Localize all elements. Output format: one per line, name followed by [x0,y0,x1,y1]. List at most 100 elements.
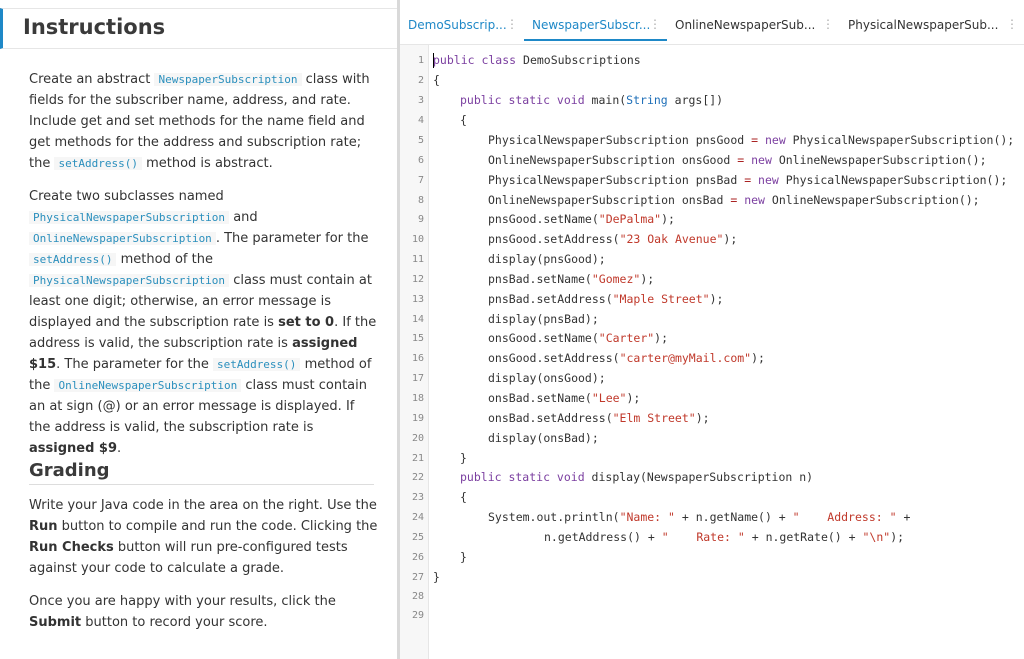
code-token: PhysicalNewspaperSubscription(); [785,133,1015,147]
text: button to record your score. [81,615,268,630]
code-token: onsBad.setAddress( [488,411,613,425]
code-line: PhysicalNewspaperSubscription pnsGood = … [488,133,1014,147]
code-line: onsBad.setName("Lee"); [488,391,640,405]
inline-code: OnlineNewspaperSubscription [54,379,242,392]
line-number: 7 [417,175,424,186]
code-string: "carter@myMail.com" [619,351,752,365]
code-token: PhysicalNewspaperSubscription(); [778,173,1008,187]
tab-label: PhysicalNewspaperSub... [848,18,999,32]
code-token: ); [626,391,641,405]
instructions-paragraph-1: Create an abstract NewspaperSubscription… [29,69,379,174]
instructions-title: Instructions [23,15,166,39]
instructions-panel: Instructions Create an abstract Newspape… [0,0,397,659]
code-string: "DePalma" [598,212,662,226]
code-line: { [460,113,467,127]
code-token: display(NewspaperSubscription n) [584,470,814,484]
code-keyword: public static void [460,470,585,484]
inline-code: setAddress() [54,157,142,170]
kebab-menu-icon[interactable]: ⋮ [822,17,834,31]
code-token: onsGood.setName( [488,331,599,345]
code-type: String [626,93,668,107]
code-line: } [433,570,440,584]
kebab-menu-icon[interactable]: ⋮ [649,17,661,31]
code-token: OnlineNewspaperSubscription(); [764,193,980,207]
text: . The parameter for the [215,231,369,246]
text: . [117,441,122,456]
code-line: pnsBad.setName("Gomez"); [488,272,654,286]
code-token: pnsBad.setName( [488,272,592,286]
code-token: onsGood.setAddress( [488,351,620,365]
line-number: 5 [417,135,424,146]
kebab-menu-icon[interactable]: ⋮ [1006,17,1018,31]
code-token: DemoSubscriptions [516,53,641,67]
code-line: { [433,73,440,87]
text: Once you are happy with your results, cl… [29,594,336,609]
text: Create an abstract [29,72,155,87]
inline-code: PhysicalNewspaperSubscription [29,274,230,287]
code-line: { [460,490,467,504]
code-keyword: new [744,153,772,167]
code-string: "Carter" [598,331,655,345]
inline-code: NewspaperSubscription [154,73,302,86]
code-string: " Rate: " [661,530,745,544]
code-token: OnlineNewspaperSubscription onsBad [488,193,731,207]
line-number: 19 [411,413,424,424]
code-token: + [896,510,911,524]
line-number: 28 [411,591,424,602]
line-number: 9 [417,214,424,225]
code-token: OnlineNewspaperSubscription onsGood [488,153,738,167]
code-token: args[]) [667,93,724,107]
line-number: 27 [411,572,424,583]
kebab-menu-icon[interactable]: ⋮ [506,17,518,31]
tab-label: DemoSubscrip... [408,18,507,32]
tab-label: OnlineNewspaperSub... [675,18,816,32]
code-editor[interactable]: 1 2 3 4 5 6 7 8 9 10 11 12 13 14 15 16 1… [400,44,1024,659]
line-number: 16 [411,353,424,364]
code-token: ); [640,272,655,286]
inline-code: setAddress() [212,358,301,371]
code-line: } [460,451,467,465]
grading-paragraph-1: Write your Java code in the area on the … [29,495,379,579]
instructions-paragraph-2: Create two subclasses named PhysicalNews… [29,186,379,459]
line-number: 14 [411,314,424,325]
tab-demosubscriptions[interactable]: DemoSubscrip... ⋮ [400,13,524,41]
code-token: ); [654,331,669,345]
line-number: 25 [411,532,424,543]
code-string: "\n" [862,530,891,544]
code-string: "23 Oak Avenue" [619,232,724,246]
bold-text: assigned $9 [29,441,118,456]
code-token: ); [723,232,738,246]
code-token: + n.getName() + [674,510,793,524]
line-number-gutter: 1 2 3 4 5 6 7 8 9 10 11 12 13 14 15 16 1… [400,45,429,659]
code-string: "Maple Street" [612,292,710,306]
tab-newspapersubscription[interactable]: NewspaperSubscr... ⋮ [524,13,667,41]
line-number: 23 [411,492,424,503]
tab-physicalnewspapersubscription[interactable]: PhysicalNewspaperSub... ⋮ [840,13,1024,41]
code-line: pnsGood.setAddress("23 Oak Avenue"); [488,232,737,246]
code-token: System.out.println( [488,510,620,524]
grading-body: Write your Java code in the area on the … [29,495,379,645]
line-number: 20 [411,433,424,444]
code-line: OnlineNewspaperSubscription onsGood = ne… [488,153,987,167]
code-line: OnlineNewspaperSubscription onsBad = new… [488,193,980,207]
text: method is abstract. [141,156,273,171]
code-token: PhysicalNewspaperSubscription pnsGood [488,133,752,147]
line-number: 8 [417,195,424,206]
line-number: 4 [417,115,424,126]
text: and [229,210,258,225]
code-keyword: new [737,193,765,207]
code-line: display(onsBad); [488,431,599,445]
line-number: 1 [417,55,424,66]
line-number: 2 [417,75,424,86]
line-number: 18 [411,393,424,404]
code-keyword: public static void [460,93,585,107]
line-number: 24 [411,512,424,523]
code-line: onsGood.setAddress("carter@myMail.com"); [488,351,765,365]
instructions-body: Create an abstract NewspaperSubscription… [29,69,379,471]
code-token: OnlineNewspaperSubscription(); [771,153,987,167]
code-token: ); [661,212,675,226]
tab-onlinenewspapersubscription[interactable]: OnlineNewspaperSub... ⋮ [667,13,840,41]
line-number: 11 [411,254,424,265]
code-token: PhysicalNewspaperSubscription pnsBad [488,173,745,187]
code-keyword: public class [433,53,517,67]
